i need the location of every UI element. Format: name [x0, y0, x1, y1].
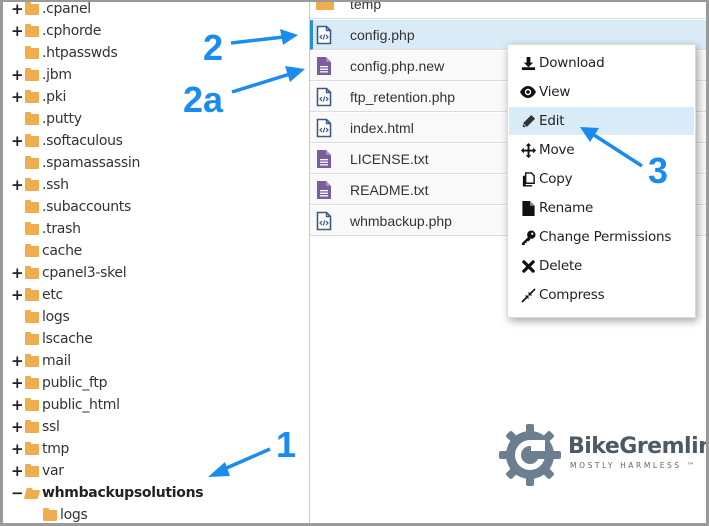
annotation-arrows: [208, 29, 643, 477]
annotation-1: 1: [276, 424, 297, 465]
arrow-3: [580, 127, 643, 168]
arrow-2a: [231, 66, 305, 94]
arrow-1: [208, 447, 271, 477]
annotation-3: 3: [648, 150, 669, 191]
annotation-2a: 2a: [183, 79, 224, 120]
arrow-2: [230, 29, 298, 45]
annotation-2: 2: [203, 27, 224, 68]
